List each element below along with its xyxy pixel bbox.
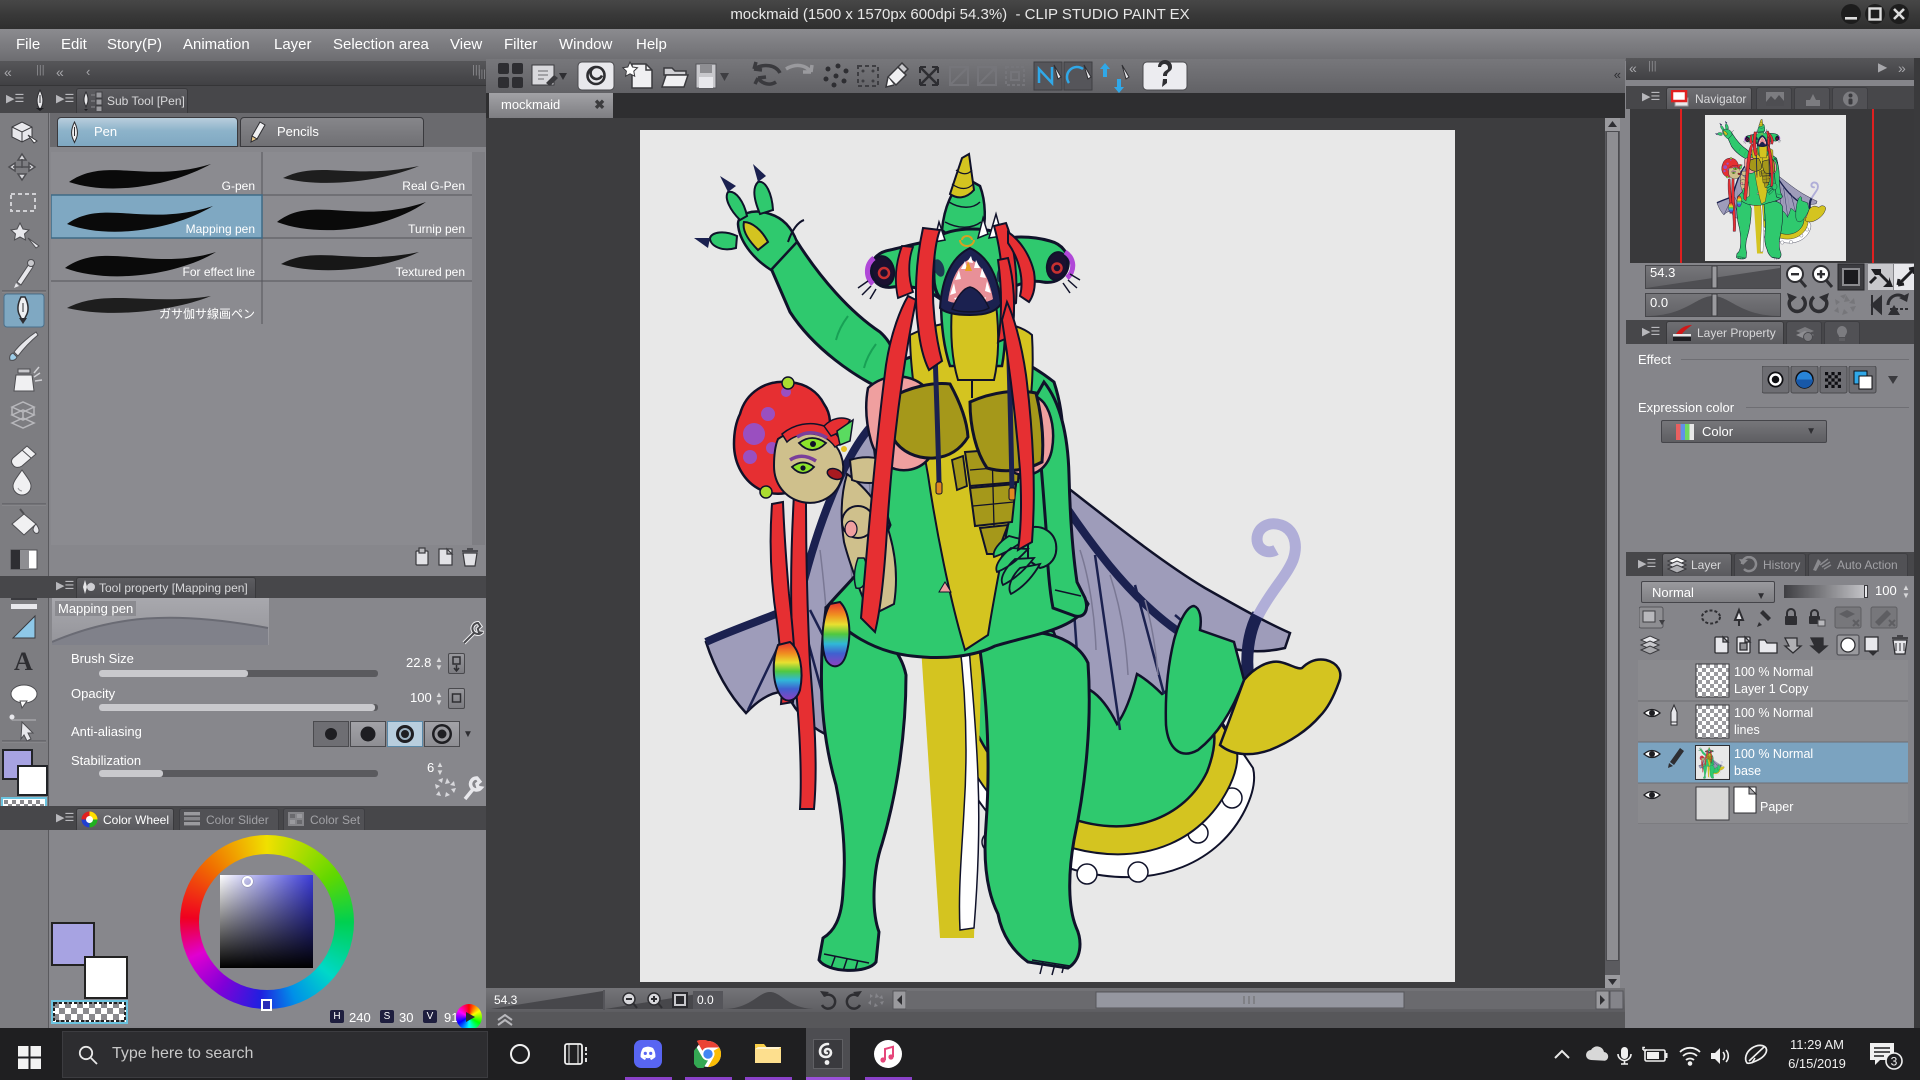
svg-text:ガサ伽サ線画ペン: ガサ伽サ線画ペン bbox=[159, 306, 255, 321]
svg-text:Turnip pen: Turnip pen bbox=[408, 222, 465, 236]
svg-text:Mapping pen: Mapping pen bbox=[186, 222, 255, 236]
svg-text:54.3: 54.3 bbox=[494, 993, 518, 1007]
svg-text:100 % Normal: 100 % Normal bbox=[1734, 747, 1813, 761]
svg-text:Textured pen: Textured pen bbox=[396, 265, 465, 279]
svg-text:3: 3 bbox=[1891, 1055, 1898, 1069]
svg-text:For effect line: For effect line bbox=[183, 265, 256, 279]
svg-text:A: A bbox=[14, 647, 33, 676]
svg-text:lines: lines bbox=[1734, 723, 1760, 737]
svg-text:0.0: 0.0 bbox=[697, 993, 714, 1007]
svg-text:G-pen: G-pen bbox=[222, 179, 255, 193]
svg-text:Layer 1 Copy: Layer 1 Copy bbox=[1734, 682, 1809, 696]
svg-text:100 % Normal: 100 % Normal bbox=[1734, 706, 1813, 720]
svg-text:base: base bbox=[1734, 764, 1761, 778]
svg-text:Paper: Paper bbox=[1760, 800, 1793, 814]
svg-text:Real G-Pen: Real G-Pen bbox=[402, 179, 465, 193]
svg-text:100 % Normal: 100 % Normal bbox=[1734, 665, 1813, 679]
